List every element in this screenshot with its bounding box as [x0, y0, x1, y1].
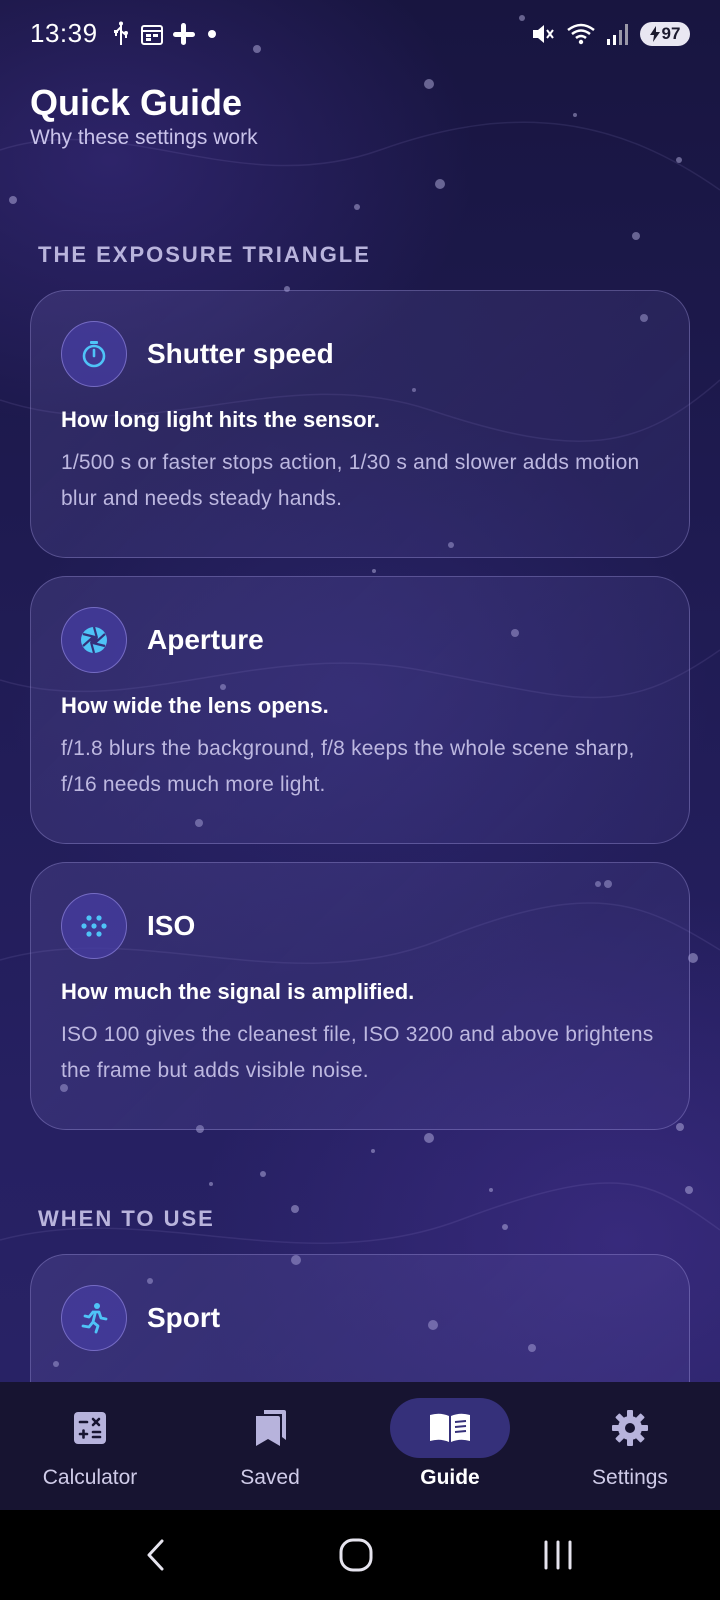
timer-icon — [61, 321, 127, 387]
recents-icon — [544, 1540, 572, 1570]
card-title: ISO — [147, 910, 196, 941]
guide-card-iso[interactable]: ISO How much the signal is amplified. IS… — [30, 862, 690, 1130]
app-screen: 13:39 97 Quick Guide Why these settings … — [0, 0, 720, 1600]
card-body: f/1.8 blurs the background, f/8 keeps th… — [61, 737, 635, 796]
card-lead: How much the signal is amplified. — [61, 979, 415, 1004]
system-recents-button[interactable] — [528, 1532, 588, 1578]
nav-item-guide[interactable]: Guide — [360, 1382, 540, 1510]
status-bar: 13:39 97 — [0, 0, 720, 68]
back-icon — [147, 1539, 164, 1571]
nav-label: Settings — [592, 1466, 668, 1489]
dot-icon — [208, 30, 216, 38]
calendar-icon — [141, 25, 163, 45]
aperture-icon — [61, 607, 127, 673]
battery-indicator: 97 — [640, 22, 690, 46]
signal-icon — [607, 24, 628, 45]
wifi-icon — [567, 23, 595, 45]
status-right-icons: 97 — [530, 20, 690, 48]
status-left-icons — [110, 20, 220, 48]
card-title: Aperture — [147, 624, 264, 655]
guide-card-aperture[interactable]: Aperture How wide the lens opens. f/1.8 … — [30, 576, 690, 844]
nav-item-settings[interactable]: Settings — [540, 1382, 720, 1510]
system-navigation-bar — [0, 1510, 720, 1600]
calculator-icon — [74, 1412, 106, 1444]
grain-icon — [61, 893, 127, 959]
section-header-when-to-use: WHEN TO USE — [38, 1206, 215, 1231]
page-subtitle: Why these settings work — [30, 126, 258, 149]
nav-item-saved[interactable]: Saved — [180, 1382, 360, 1510]
card-title: Shutter speed — [147, 338, 334, 369]
gear-icon — [612, 1410, 648, 1446]
system-home-button[interactable] — [326, 1532, 386, 1578]
running-icon — [61, 1285, 127, 1351]
slack-icon — [173, 23, 195, 45]
section-header-exposure-triangle: THE EXPOSURE TRIANGLE — [38, 242, 371, 267]
nav-item-calculator[interactable]: Calculator — [0, 1382, 180, 1510]
card-lead: How long light hits the sensor. — [61, 407, 381, 432]
nav-label: Saved — [240, 1466, 300, 1489]
system-back-button[interactable] — [126, 1532, 186, 1578]
book-icon — [430, 1413, 470, 1442]
usb-icon — [114, 21, 128, 45]
card-title: Sport — [147, 1302, 221, 1333]
bottom-navigation: Calculator Saved Guide Settings — [0, 1382, 720, 1510]
bookmarks-icon — [256, 1410, 286, 1446]
page-title: Quick Guide — [30, 82, 243, 123]
mute-icon — [533, 25, 554, 43]
nav-label: Calculator — [42, 1466, 138, 1489]
nav-label: Guide — [420, 1466, 480, 1489]
nav-active-indicator — [390, 1398, 510, 1458]
card-lead: How wide the lens opens. — [61, 693, 329, 718]
battery-level: 97 — [661, 24, 681, 43]
card-body: ISO 100 gives the cleanest file, ISO 320… — [61, 1023, 654, 1082]
charging-icon — [649, 26, 660, 42]
card-body: 1/500 s or faster stops action, 1/30 s a… — [61, 451, 640, 510]
guide-card-shutter-speed[interactable]: Shutter speed How long light hits the se… — [30, 290, 690, 558]
home-icon — [339, 1538, 373, 1572]
status-time: 13:39 — [30, 18, 98, 48]
